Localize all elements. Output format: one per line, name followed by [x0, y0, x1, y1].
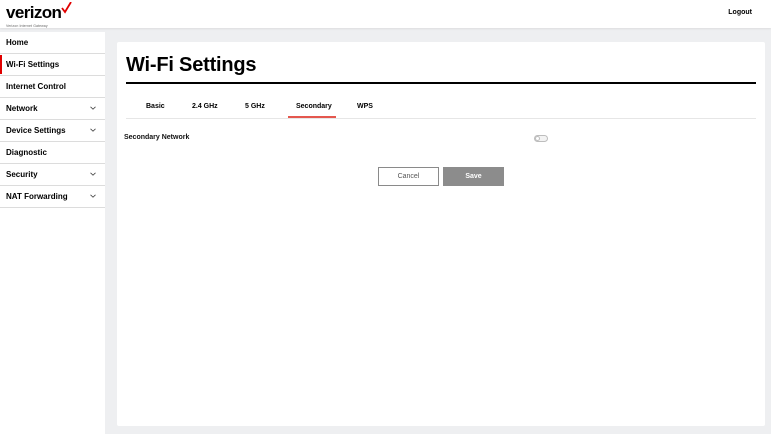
- sidebar-item-security[interactable]: Security: [0, 164, 105, 186]
- tab-5-ghz[interactable]: 5 GHz: [245, 103, 265, 110]
- sidebar: Home Wi-Fi Settings Internet Control Net…: [0, 32, 105, 434]
- tab-basic[interactable]: Basic: [146, 103, 165, 110]
- settings-tabs: Basic 2.4 GHz 5 GHz Secondary WPS: [126, 97, 756, 119]
- brand-name: verizon: [6, 3, 62, 22]
- page-title: Wi-Fi Settings: [126, 54, 257, 76]
- sidebar-item-label: Security: [6, 170, 38, 179]
- sidebar-item-internet-control[interactable]: Internet Control: [0, 76, 105, 98]
- sidebar-item-label: Diagnostic: [6, 148, 47, 157]
- tab-secondary[interactable]: Secondary: [296, 103, 332, 110]
- sidebar-item-diagnostic[interactable]: Diagnostic: [0, 142, 105, 164]
- sidebar-item-home[interactable]: Home: [0, 32, 105, 54]
- sidebar-item-nat-forwarding[interactable]: NAT Forwarding: [0, 186, 105, 208]
- sidebar-item-label: Device Settings: [6, 126, 66, 135]
- save-button[interactable]: Save: [443, 167, 504, 186]
- top-bar: verizon Verizon Internet Gateway Logout: [0, 0, 771, 28]
- sidebar-item-label: Home: [6, 38, 29, 47]
- tab-2-4-ghz[interactable]: 2.4 GHz: [192, 103, 218, 110]
- active-tab-indicator: [288, 116, 336, 118]
- sidebar-item-label: Network: [6, 104, 38, 113]
- chevron-down-icon: [90, 172, 96, 176]
- sidebar-item-label: Wi-Fi Settings: [6, 60, 60, 69]
- sidebar-item-wifi-settings[interactable]: Wi-Fi Settings: [0, 54, 105, 76]
- title-divider: [126, 82, 756, 84]
- verizon-logo[interactable]: verizon Verizon Internet Gateway: [6, 2, 73, 28]
- chevron-down-icon: [90, 194, 96, 198]
- main-panel: Wi-Fi Settings Basic 2.4 GHz 5 GHz Secon…: [117, 42, 765, 426]
- sidebar-item-network[interactable]: Network: [0, 98, 105, 120]
- secondary-network-toggle[interactable]: [534, 135, 548, 142]
- sidebar-item-label: Internet Control: [6, 82, 66, 91]
- brand-tagline: Verizon Internet Gateway: [6, 24, 48, 28]
- secondary-network-label: Secondary Network: [124, 134, 190, 141]
- sidebar-item-label: NAT Forwarding: [6, 192, 68, 201]
- chevron-down-icon: [90, 106, 96, 110]
- chevron-down-icon: [90, 128, 96, 132]
- tab-wps[interactable]: WPS: [357, 103, 373, 110]
- checkmark-icon: [61, 2, 73, 14]
- cancel-button[interactable]: Cancel: [378, 167, 439, 186]
- toggle-knob: [535, 136, 540, 141]
- logout-link[interactable]: Logout: [728, 9, 752, 16]
- sidebar-item-device-settings[interactable]: Device Settings: [0, 120, 105, 142]
